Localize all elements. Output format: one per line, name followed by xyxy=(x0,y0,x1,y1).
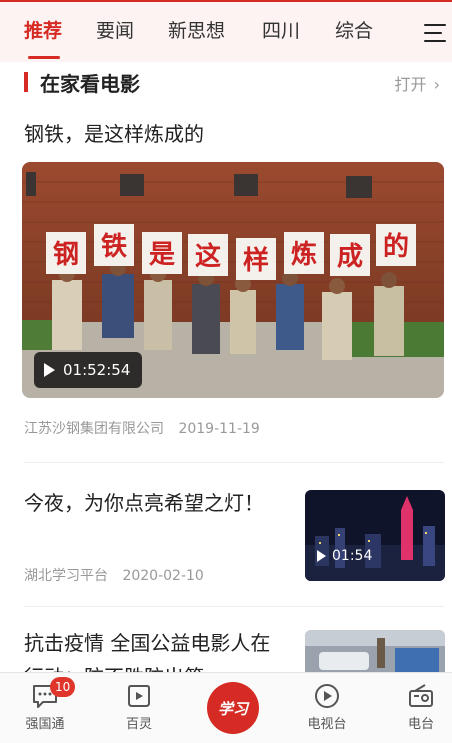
thumbnail-duration-text: 01:54 xyxy=(332,548,373,564)
sign-6: 炼 xyxy=(291,240,317,270)
tab-general[interactable]: 综合 xyxy=(335,18,373,44)
divider xyxy=(24,462,444,463)
movie-title[interactable]: 钢铁，是这样炼成的 xyxy=(24,118,204,147)
section-header: 在家看电影 打开 › xyxy=(0,62,452,102)
nav-label: 强国通 xyxy=(25,717,65,732)
night-city-thumbnail xyxy=(305,490,445,581)
top-tab-bar: 推荐 要闻 新思想 四川 综合 xyxy=(0,0,452,62)
nav-item-tv[interactable]: 电视台 xyxy=(292,673,362,743)
movie-date: 2019-11-19 xyxy=(178,421,260,437)
xuexi-logo-text: 学习 xyxy=(217,699,248,718)
tab-new-thought[interactable]: 新思想 xyxy=(168,18,225,44)
active-tab-indicator xyxy=(28,56,60,59)
section-accent-bar xyxy=(24,72,28,92)
street-thumbnail xyxy=(305,630,445,675)
tab-recommend[interactable]: 推荐 xyxy=(24,18,62,44)
article-title[interactable]: 今夜，为你点亮希望之灯！ xyxy=(24,486,279,520)
play-icon xyxy=(44,363,55,377)
open-link[interactable]: 打开 › xyxy=(394,71,440,95)
nav-label: 百灵 xyxy=(125,717,152,732)
unread-badge: 10 xyxy=(50,677,76,697)
article-thumbnail[interactable] xyxy=(305,630,445,675)
tab-sichuan[interactable]: 四川 xyxy=(262,18,300,44)
article-date: 2020-02-10 xyxy=(122,568,204,584)
divider xyxy=(24,606,444,607)
thumbnail-duration: 01:54 xyxy=(317,548,372,564)
menu-icon[interactable] xyxy=(424,24,446,44)
nav-item-bailing[interactable]: 百灵 xyxy=(104,673,174,743)
movie-cover-image[interactable]: 钢 铁 是 这 样 炼 成 的 01:52:54 xyxy=(22,162,444,398)
open-link-label: 打开 xyxy=(394,75,427,94)
sign-5: 样 xyxy=(243,245,269,276)
sign-1: 钢 xyxy=(53,240,79,270)
video-play-icon xyxy=(128,685,150,707)
play-icon xyxy=(317,550,326,562)
movie-meta: 江苏沙钢集团有限公司 2019-11-19 xyxy=(24,418,260,438)
nav-item-qiangguotong[interactable]: 10 强国通 xyxy=(10,673,80,743)
nav-label: 电台 xyxy=(407,717,434,732)
play-circle-icon xyxy=(315,684,339,708)
tab-news[interactable]: 要闻 xyxy=(96,18,134,44)
nav-label: 电视台 xyxy=(307,717,347,732)
sign-3: 是 xyxy=(149,240,175,270)
chevron-right-icon: › xyxy=(433,75,440,94)
video-duration-badge[interactable]: 01:52:54 xyxy=(34,352,143,388)
article-source: 湖北学习平台 xyxy=(24,568,108,584)
sign-2: 铁 xyxy=(101,231,127,262)
nav-item-radio[interactable]: 电台 xyxy=(386,673,452,743)
section-title: 在家看电影 xyxy=(40,72,140,96)
article-meta: 湖北学习平台 2020-02-10 xyxy=(24,565,204,585)
video-duration: 01:52:54 xyxy=(63,361,131,379)
bottom-nav: 10 强国通 百灵 学习 电视台 电台 xyxy=(0,672,452,743)
sign-4: 这 xyxy=(195,241,221,272)
sign-7: 成 xyxy=(337,242,363,272)
article-thumbnail[interactable]: 01:54 xyxy=(305,490,445,581)
sign-8: 的 xyxy=(383,231,409,262)
movie-source: 江苏沙钢集团有限公司 xyxy=(24,421,164,437)
xuexi-logo[interactable]: 学习 xyxy=(207,682,259,734)
radio-icon xyxy=(409,684,433,707)
